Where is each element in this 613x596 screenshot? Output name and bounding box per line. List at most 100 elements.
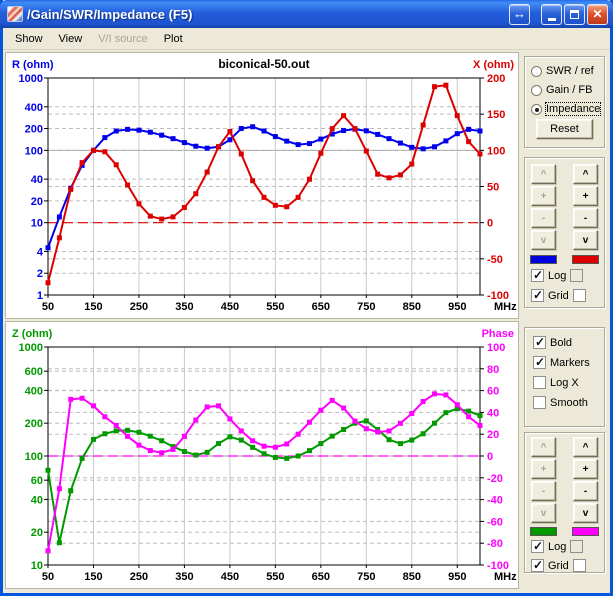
gain-radio-label: Gain / FB [546, 84, 592, 96]
svg-text:-100: -100 [487, 560, 509, 572]
gain-radio[interactable] [531, 85, 542, 96]
top-right-axis-plus-button[interactable]: + [573, 186, 598, 206]
logx-row: Log X [533, 376, 583, 389]
app-icon [7, 6, 23, 22]
menu-view[interactable]: View [51, 30, 91, 48]
top-log-label: Log [548, 270, 566, 282]
svg-text:biconical-50.out: biconical-50.out [218, 57, 309, 71]
top-log-row: Log [531, 269, 583, 282]
z-series-color-swatch [530, 527, 557, 536]
logx-label: Log X [550, 377, 579, 389]
bottom-left-grid-checkbox[interactable] [531, 559, 544, 572]
app-window: /Gain/SWR/Impedance (F5) Show View V/I s… [0, 0, 613, 596]
svg-text:550: 550 [266, 301, 284, 313]
bottom-right-axis-minus-button[interactable]: - [573, 481, 598, 501]
svg-text:60: 60 [487, 386, 499, 398]
display-options-group: Bold Markers Log X Smooth [524, 327, 605, 427]
close-button[interactable] [587, 4, 608, 25]
client-area: 50150250350450550650750850950MHz10004002… [3, 50, 610, 593]
bottom-right-axis-up-button[interactable]: ^ [573, 437, 598, 457]
svg-text:-20: -20 [487, 473, 503, 485]
svg-text:250: 250 [130, 301, 148, 313]
close-icon [592, 5, 602, 23]
impedance-rx-chart: 50150250350450550650750850950MHz10004002… [6, 53, 518, 318]
bottom-left-axis-up-button[interactable]: ^ [531, 437, 556, 457]
window-title: /Gain/SWR/Impedance (F5) [27, 7, 509, 22]
svg-text:X (ohm): X (ohm) [473, 59, 514, 71]
top-left-axis-down-button[interactable]: v [531, 230, 556, 250]
title-bar[interactable]: /Gain/SWR/Impedance (F5) [0, 0, 613, 28]
bottom-left-log-checkbox[interactable] [531, 540, 544, 553]
svg-text:150: 150 [487, 109, 505, 121]
top-right-axis-up-button[interactable]: ^ [573, 164, 598, 184]
radio-row-gain[interactable]: Gain / FB [531, 84, 592, 96]
bottom-chart-panel: 50150250350450550650750850950MHz10006004… [5, 321, 519, 589]
svg-text:1: 1 [37, 290, 43, 302]
detach-button[interactable] [509, 4, 530, 25]
svg-text:-40: -40 [487, 495, 503, 507]
svg-text:650: 650 [312, 301, 330, 313]
top-right-axis-minus-button[interactable]: - [573, 208, 598, 228]
detach-icon [513, 5, 526, 23]
svg-text:10: 10 [31, 218, 43, 230]
svg-text:MHz: MHz [494, 571, 517, 583]
bottom-left-axis-minus-button[interactable]: - [531, 481, 556, 501]
bottom-right-grid-checkbox[interactable] [573, 559, 586, 572]
down-caret-icon: v [541, 508, 547, 519]
reset-button[interactable]: Reset [536, 119, 593, 139]
svg-text:-50: -50 [487, 254, 503, 266]
svg-text:-100: -100 [487, 290, 509, 302]
svg-text:200: 200 [25, 418, 43, 430]
bottom-left-axis-down-button[interactable]: v [531, 503, 556, 523]
svg-text:450: 450 [221, 301, 239, 313]
svg-text:200: 200 [487, 73, 505, 85]
plus-icon: + [583, 464, 589, 475]
svg-text:MHz: MHz [494, 301, 517, 313]
bottom-right-axis-plus-button[interactable]: + [573, 459, 598, 479]
bottom-right-log-checkbox [570, 540, 583, 553]
top-left-axis-plus-button[interactable]: + [531, 186, 556, 206]
impedance-radio[interactable] [531, 104, 542, 115]
top-left-axis-minus-button[interactable]: - [531, 208, 556, 228]
radio-row-impedance[interactable]: Impedance [531, 103, 600, 115]
svg-text:100: 100 [487, 342, 505, 354]
radio-row-swr[interactable]: SWR / ref [531, 65, 594, 77]
maximize-button[interactable] [564, 4, 585, 25]
svg-text:100: 100 [487, 145, 505, 157]
logx-checkbox[interactable] [533, 376, 546, 389]
minus-icon: - [584, 486, 587, 497]
svg-text:-80: -80 [487, 538, 503, 550]
menu-plot[interactable]: Plot [156, 30, 191, 48]
bottom-right-axis-down-button[interactable]: v [573, 503, 598, 523]
svg-text:250: 250 [130, 571, 148, 583]
svg-text:450: 450 [221, 571, 239, 583]
svg-text:600: 600 [25, 366, 43, 378]
svg-text:150: 150 [84, 301, 102, 313]
swr-radio-label: SWR / ref [546, 65, 594, 77]
top-left-grid-checkbox[interactable] [531, 289, 544, 302]
top-right-grid-checkbox[interactable] [573, 289, 586, 302]
swr-radio[interactable] [531, 66, 542, 77]
markers-checkbox[interactable] [533, 356, 546, 369]
menu-show[interactable]: Show [7, 30, 51, 48]
top-left-axis-up-button[interactable]: ^ [531, 164, 556, 184]
top-right-axis-down-button[interactable]: v [573, 230, 598, 250]
bold-row: Bold [533, 336, 576, 349]
bold-checkbox[interactable] [533, 336, 546, 349]
svg-text:40: 40 [487, 407, 499, 419]
bottom-left-axis-plus-button[interactable]: + [531, 459, 556, 479]
svg-text:80: 80 [487, 364, 499, 376]
smooth-checkbox[interactable] [533, 396, 546, 409]
top-chart-panel: 50150250350450550650750850950MHz10004002… [5, 52, 519, 319]
plot-type-group: SWR / ref Gain / FB Impedance Reset [524, 56, 605, 148]
svg-text:1000: 1000 [19, 73, 43, 85]
minimize-button[interactable] [541, 4, 562, 25]
svg-text:350: 350 [175, 301, 193, 313]
svg-text:1000: 1000 [19, 342, 43, 354]
menu-bar: Show View V/I source Plot [3, 28, 610, 50]
minus-icon: - [542, 213, 545, 224]
top-grid-row: Grid [531, 289, 586, 302]
top-left-log-checkbox[interactable] [531, 269, 544, 282]
r-series-color-swatch [530, 255, 557, 264]
up-caret-icon: ^ [583, 442, 589, 453]
